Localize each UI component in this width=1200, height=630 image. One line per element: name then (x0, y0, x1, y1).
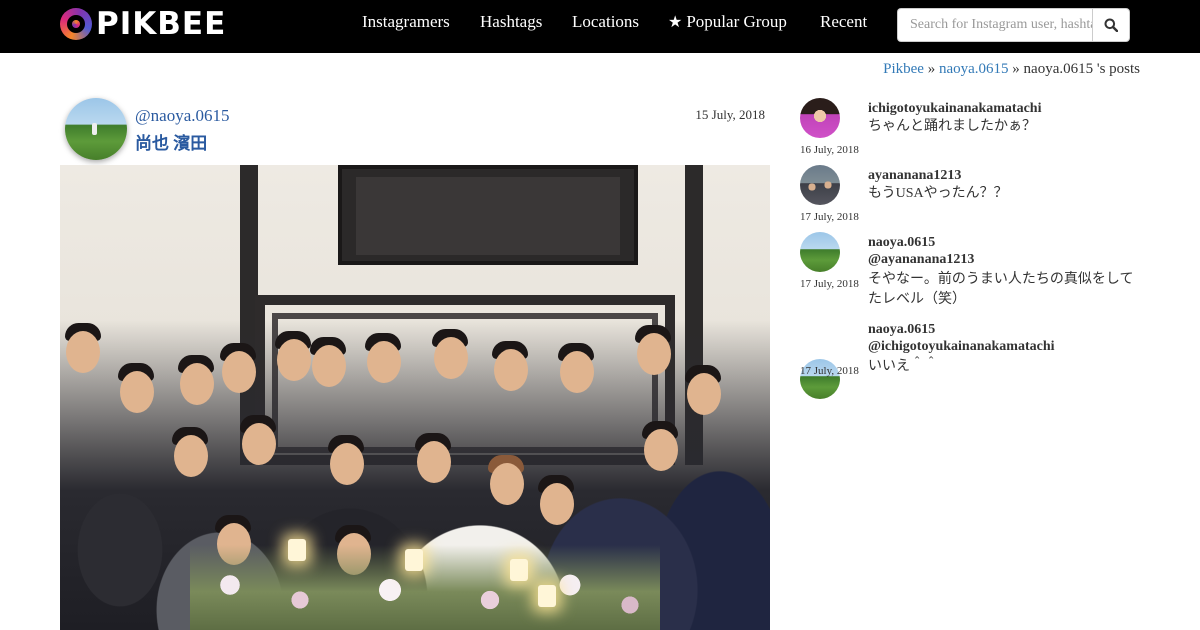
comment-avatar[interactable] (800, 165, 840, 205)
nav-popular-group[interactable]: ★ Popular Group (668, 12, 787, 32)
brand-logo[interactable]: PIKBEE (60, 6, 226, 42)
nav-hashtags[interactable]: Hashtags (480, 12, 542, 32)
breadcrumb-separator: » (1012, 61, 1020, 77)
comment-text: いいえ＾＾ (868, 359, 938, 374)
breadcrumb: Pikbee » naoya.0615 » naoya.0615 's post… (883, 61, 1140, 78)
comment-date: 17 July, 2018 (800, 211, 859, 223)
breadcrumb-current: naoya.0615 's posts (1023, 61, 1140, 77)
nav-instagramers[interactable]: Instagramers (362, 12, 450, 32)
post-author-username[interactable]: @naoya.0615 (135, 106, 230, 126)
search-icon (1104, 18, 1118, 32)
post-author-fullname[interactable]: 尚也 濱田 (135, 129, 207, 154)
comment-username[interactable]: ayananana1213 (868, 168, 961, 184)
post-photo[interactable] (60, 165, 770, 630)
instagram-logo-icon (60, 8, 92, 40)
search-button[interactable] (1092, 8, 1130, 42)
comment-text: もうUSAやったん？？ (868, 186, 1008, 201)
comment-date: 17 July, 2018 (800, 365, 859, 377)
top-navbar: PIKBEE Instagramers Hashtags Locations ★… (0, 0, 1200, 53)
comment-text: ちゃんと踊れましたかぁ？ (868, 119, 1036, 134)
comment-avatar[interactable] (800, 232, 840, 272)
post-date: 15 July, 2018 (695, 107, 765, 122)
comment-username[interactable]: ichigotoyukainanakamatachi (868, 101, 1041, 117)
comment-date: 16 July, 2018 (800, 144, 859, 156)
breadcrumb-user-link[interactable]: naoya.0615 (939, 61, 1009, 77)
breadcrumb-separator: » (927, 61, 936, 77)
comment-username[interactable]: naoya.0615 (868, 322, 935, 338)
nav-popular-group-label: Popular Group (686, 12, 787, 31)
nav-locations[interactable]: Locations (572, 12, 639, 32)
comment-mention[interactable]: @ichigotoyukainanakamatachi (868, 339, 1055, 355)
star-icon: ★ (668, 14, 683, 31)
nav-recent[interactable]: Recent (820, 12, 867, 32)
comment-mention[interactable]: @ayananana1213 (868, 252, 974, 268)
post-author-avatar[interactable] (65, 98, 127, 160)
comment-avatar[interactable] (800, 98, 840, 138)
breadcrumb-home-link[interactable]: Pikbee (883, 61, 924, 77)
comment-date: 17 July, 2018 (800, 278, 859, 290)
comment-text: そやなー。前のうまい人たちの真似をしてたレベル（笑） (868, 272, 1134, 307)
comment-username[interactable]: naoya.0615 (868, 235, 935, 251)
brand-name: PIKBEE (96, 6, 227, 42)
search-input[interactable]: Search for Instagram user, hashtag (897, 8, 1093, 42)
